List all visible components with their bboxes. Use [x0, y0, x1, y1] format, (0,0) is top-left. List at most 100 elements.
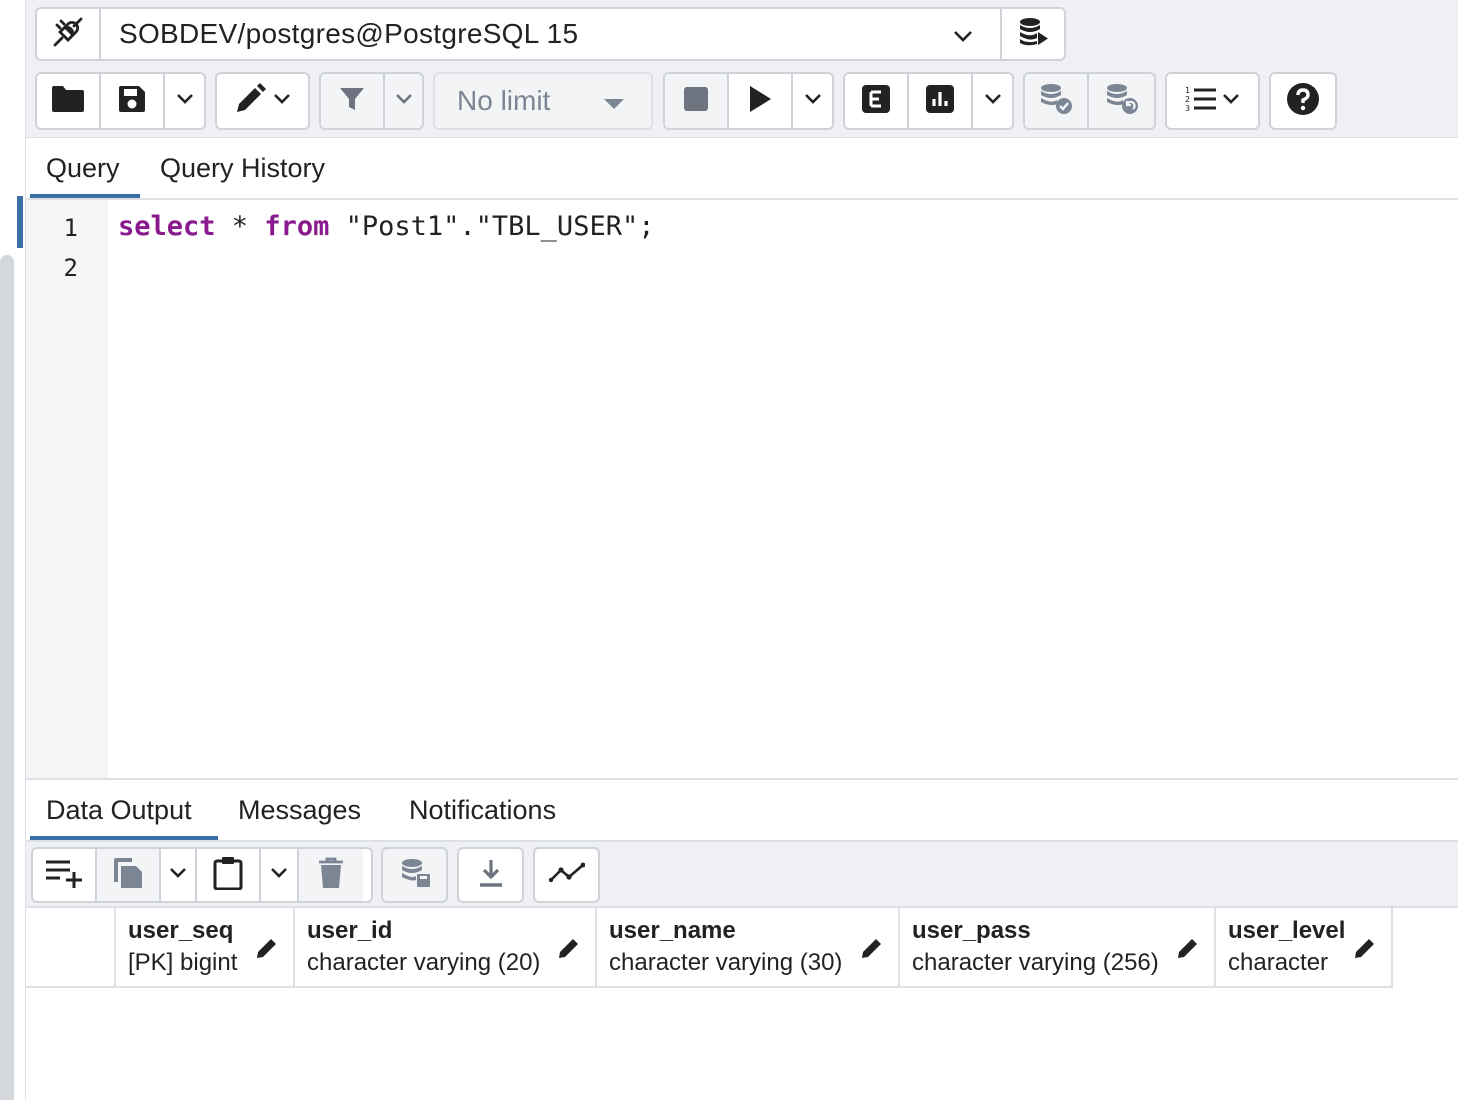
graph-visualiser-button[interactable] [535, 849, 598, 901]
tab-label: Query [46, 152, 120, 183]
connection-select[interactable]: SOBDEV/postgres@PostgreSQL 15 [101, 9, 1000, 59]
filter-button-group [319, 72, 424, 130]
explain-analyze-icon [925, 84, 955, 119]
open-file-button[interactable] [37, 74, 101, 128]
data-output-toolbar [26, 842, 1458, 908]
save-results-to-file-button[interactable] [459, 849, 522, 901]
row-number-header[interactable] [26, 908, 116, 988]
column-name: user_pass [912, 917, 1031, 944]
explain-button[interactable] [845, 74, 909, 128]
caret-down-icon [603, 85, 625, 117]
execute-query-button[interactable] [729, 74, 793, 128]
explain-analyze-button[interactable] [909, 74, 973, 128]
chevron-down-icon [175, 92, 195, 111]
macros-button-group: 123 [1165, 72, 1260, 130]
macros-menu-button[interactable]: 123 [1167, 74, 1258, 128]
download-icon [478, 858, 504, 893]
tab-label: Query History [160, 152, 326, 183]
add-row-icon [44, 858, 84, 893]
output-tab-bar: Data Output Messages Notifications [26, 780, 1458, 842]
column-header-user-pass[interactable]: user_pass character varying (256) [900, 908, 1216, 988]
pencil-icon [234, 82, 266, 120]
filter-options-dropdown[interactable] [385, 74, 422, 128]
app-left-gutter [0, 0, 26, 1100]
save-file-button[interactable] [101, 74, 165, 128]
sql-keyword-from: from [264, 211, 330, 242]
save-data-changes-button[interactable] [383, 849, 446, 901]
copy-options-dropdown[interactable] [161, 849, 197, 901]
column-header-user-seq[interactable]: user_seq [PK] bigint [116, 908, 295, 988]
chevron-down-icon [952, 18, 974, 50]
filter-button[interactable] [321, 74, 385, 128]
help-button[interactable] [1271, 74, 1335, 128]
row-limit-label: No limit [457, 85, 551, 116]
save-data-button-group [381, 847, 448, 903]
active-panel-marker [17, 196, 23, 248]
pencil-icon[interactable] [557, 936, 581, 965]
save-options-dropdown[interactable] [165, 74, 204, 128]
pencil-icon[interactable] [860, 936, 884, 965]
line-number: 2 [63, 254, 78, 282]
new-query-tool-button[interactable] [1000, 9, 1064, 59]
file-button-group [35, 72, 206, 130]
delete-row-button[interactable] [299, 849, 363, 901]
rollback-button[interactable] [1089, 74, 1154, 128]
query-tool-header: SOBDEV/postgres@PostgreSQL 15 No limit 1… [26, 0, 1458, 138]
sql-wildcard: * [215, 211, 265, 242]
line-number-gutter: 1 2 [26, 200, 108, 778]
commit-button[interactable] [1025, 74, 1089, 128]
query-toolbar: No limit 1 2 3 [35, 72, 1455, 130]
database-play-icon [1017, 16, 1049, 53]
result-grid: user_seq [PK] bigint user_id character v… [26, 908, 1458, 1100]
tab-notifications[interactable]: Notifications [389, 780, 576, 840]
tab-query-history[interactable]: Query History [140, 138, 345, 198]
pencil-icon[interactable] [255, 936, 279, 965]
line-number: 1 [63, 214, 78, 242]
paste-icon [213, 856, 243, 895]
result-grid-header: user_seq [PK] bigint user_id character v… [26, 908, 1393, 988]
column-header-user-name[interactable]: user_name character varying (30) [597, 908, 900, 988]
connection-status-button[interactable] [37, 9, 101, 59]
pencil-icon[interactable] [1353, 936, 1377, 965]
column-type: character varying (20) [307, 949, 541, 976]
column-name: user_name [609, 917, 736, 944]
row-edit-button-group [31, 847, 373, 903]
list-numbered-icon: 123 [1185, 85, 1217, 118]
explain-icon [861, 84, 891, 119]
play-icon [748, 85, 772, 118]
copy-icon [112, 856, 144, 895]
code-line-1[interactable]: select * from "Post1"."TBL_USER"; [118, 211, 654, 242]
chevron-down-icon [269, 866, 289, 885]
tab-messages[interactable]: Messages [218, 780, 381, 840]
query-tab-bar: Query Query History [26, 138, 1458, 200]
graph-button-group [533, 847, 600, 903]
paste-options-dropdown[interactable] [261, 849, 299, 901]
commit-icon [1038, 82, 1074, 121]
stop-icon [683, 86, 709, 117]
tab-query[interactable]: Query [26, 138, 140, 198]
tab-data-output[interactable]: Data Output [26, 780, 218, 840]
column-name: user_id [307, 917, 393, 944]
svg-text:1: 1 [1185, 86, 1190, 95]
cancel-query-button[interactable] [665, 74, 729, 128]
execute-button-group [663, 72, 834, 130]
edit-menu-button[interactable] [217, 74, 308, 128]
explain-options-dropdown[interactable] [973, 74, 1012, 128]
copy-button[interactable] [97, 849, 161, 901]
vertical-scrollbar[interactable] [0, 255, 14, 1100]
tab-label: Messages [238, 794, 362, 825]
column-type: character varying (256) [912, 949, 1159, 976]
chevron-down-icon [168, 866, 188, 885]
execute-options-dropdown[interactable] [793, 74, 832, 128]
column-header-user-id[interactable]: user_id character varying (20) [295, 908, 597, 988]
help-button-group [1269, 72, 1337, 130]
save-data-icon [399, 857, 431, 894]
row-limit-select[interactable]: No limit [433, 72, 653, 130]
paste-button[interactable] [197, 849, 261, 901]
sql-table-reference: "Post1"."TBL_USER"; [329, 211, 655, 242]
pencil-icon[interactable] [1176, 936, 1200, 965]
add-row-button[interactable] [33, 849, 97, 901]
tab-label: Data Output [46, 794, 192, 825]
column-header-user-level[interactable]: user_level character [1216, 908, 1393, 988]
sql-editor[interactable]: 1 2 select * from "Post1"."TBL_USER"; [26, 200, 1458, 780]
